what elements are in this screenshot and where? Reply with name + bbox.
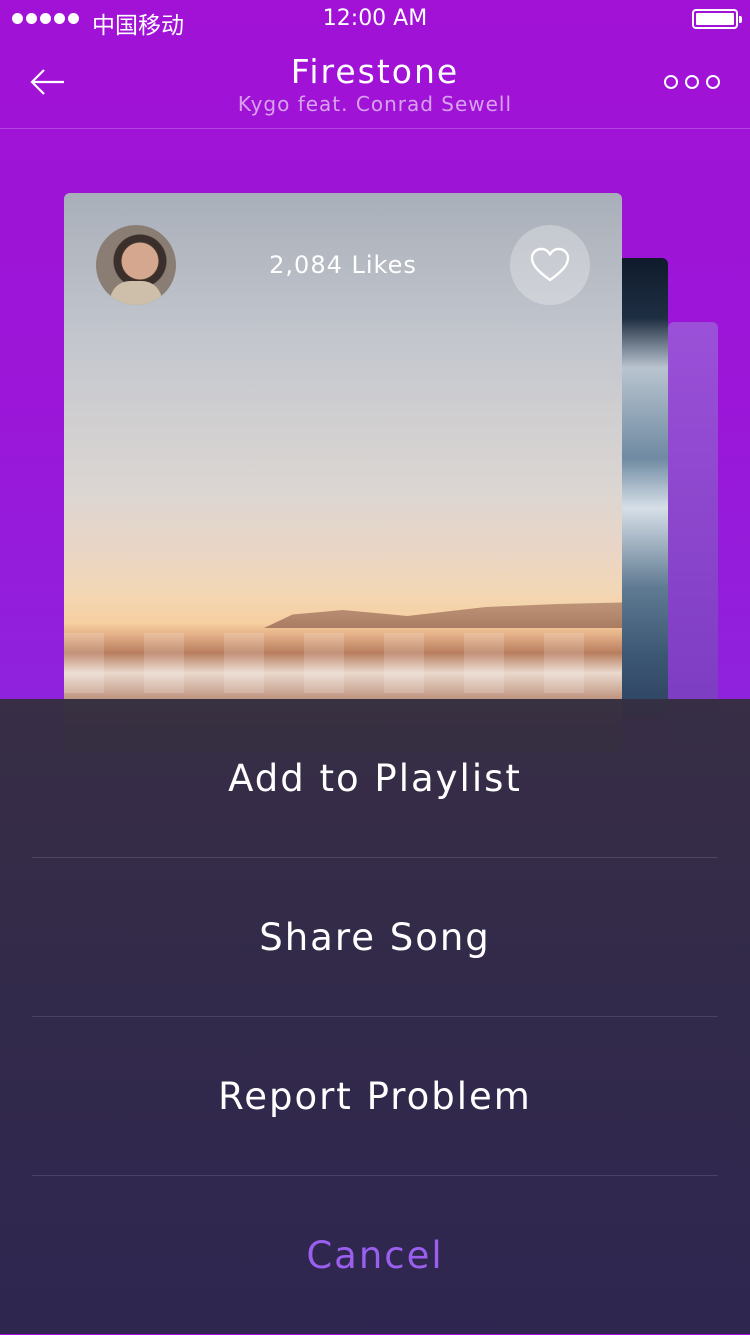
song-title: Firestone — [290, 52, 460, 91]
artwork-hills — [264, 602, 622, 628]
share-song-button[interactable]: Share Song — [0, 858, 750, 1017]
status-bar: 中国移动 12:00 AM — [0, 0, 750, 40]
cancel-button[interactable]: Cancel — [0, 1176, 750, 1335]
like-button[interactable] — [510, 225, 590, 305]
report-problem-button[interactable]: Report Problem — [0, 1017, 750, 1176]
artist-subtitle: Kygo feat. Conrad Sewell — [237, 92, 513, 116]
more-options-button[interactable] — [664, 75, 720, 89]
queued-card-back[interactable] — [668, 322, 718, 742]
heart-outline-icon — [530, 247, 570, 282]
battery-icon — [692, 9, 742, 29]
more-dots-icon — [685, 75, 699, 89]
nav-bar: Firestone Kygo feat. Conrad Sewell — [0, 40, 750, 129]
action-sheet: Add to Playlist Share Song Report Proble… — [0, 699, 750, 1334]
status-time: 12:00 AM — [322, 6, 428, 31]
add-to-playlist-button[interactable]: Add to Playlist — [0, 699, 750, 858]
artwork-waves — [64, 633, 622, 693]
song-card[interactable]: 2,084 Likes — [64, 193, 622, 753]
more-dots-icon — [706, 75, 720, 89]
more-dots-icon — [664, 75, 678, 89]
